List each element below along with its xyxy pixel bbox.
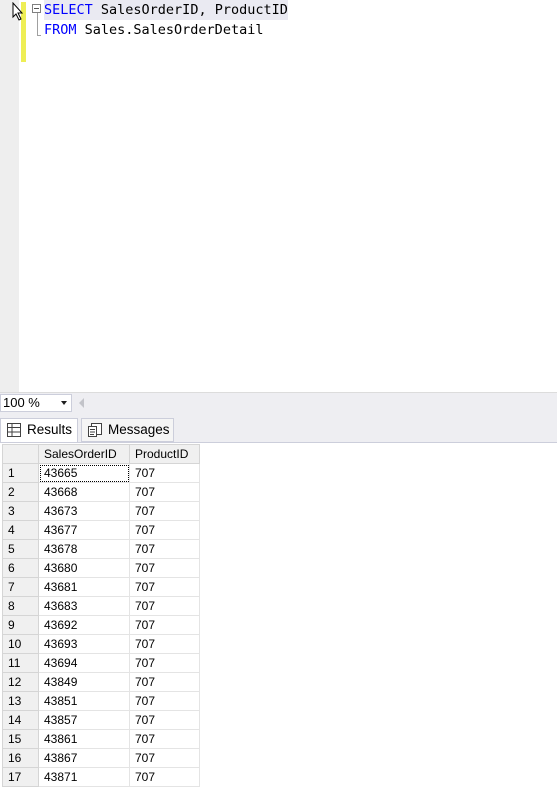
cell-salesorderid[interactable]: 43867: [38, 748, 130, 768]
zoom-value: 100 %: [3, 395, 40, 410]
table-row[interactable]: 4 43677 707: [2, 520, 200, 540]
cell-productid[interactable]: 707: [129, 691, 200, 711]
cell-productid[interactable]: 707: [129, 539, 200, 559]
collapse-icon[interactable]: [32, 4, 41, 13]
row-number[interactable]: 14: [2, 710, 39, 730]
code-line-1[interactable]: SELECT SalesOrderID, ProductID: [44, 0, 288, 20]
code-text: Sales.SalesOrderDetail: [76, 22, 264, 38]
results-table[interactable]: SalesOrderID ProductID 1 43665 707 2 43668 70…: [2, 444, 200, 787]
cell-salesorderid[interactable]: 43692: [38, 615, 130, 635]
row-number[interactable]: 8: [2, 596, 39, 616]
table-row[interactable]: 14 43857 707: [2, 710, 200, 730]
cell-productid[interactable]: 707: [129, 463, 200, 483]
code-line-2[interactable]: FROM Sales.SalesOrderDetail: [44, 20, 263, 40]
row-number[interactable]: 15: [2, 729, 39, 749]
table-row[interactable]: 3 43673 707: [2, 501, 200, 521]
chevron-down-icon[interactable]: [61, 401, 67, 405]
cell-productid[interactable]: 707: [129, 615, 200, 635]
cell-salesorderid[interactable]: 43678: [38, 539, 130, 559]
cell-salesorderid[interactable]: 43668: [38, 482, 130, 502]
row-number[interactable]: 1: [2, 463, 39, 483]
cell-salesorderid[interactable]: 43693: [38, 634, 130, 654]
table-row[interactable]: 2 43668 707: [2, 482, 200, 502]
cell-salesorderid[interactable]: 43857: [38, 710, 130, 730]
cell-salesorderid[interactable]: 43861: [38, 729, 130, 749]
cell-productid[interactable]: 707: [129, 767, 200, 787]
tab-results[interactable]: Results: [0, 418, 78, 442]
column-header-productid[interactable]: ProductID: [129, 444, 200, 464]
outline-end: [37, 35, 41, 36]
grid-corner[interactable]: [2, 444, 39, 464]
sql-keyword-select: SELECT: [44, 2, 93, 18]
zoom-bar: 100 %: [0, 392, 557, 413]
column-header-salesorderid[interactable]: SalesOrderID: [38, 444, 130, 464]
code-text: SalesOrderID, ProductID: [92, 2, 288, 18]
cell-salesorderid[interactable]: 43681: [38, 577, 130, 597]
table-row[interactable]: 5 43678 707: [2, 539, 200, 559]
cell-salesorderid[interactable]: 43665: [38, 463, 130, 483]
table-row[interactable]: 10 43693 707: [2, 634, 200, 654]
results-tabbar: Results Messages: [0, 413, 557, 442]
cell-salesorderid[interactable]: 43677: [38, 520, 130, 540]
scroll-left-icon[interactable]: [79, 398, 84, 408]
row-number[interactable]: 17: [2, 767, 39, 787]
cell-productid[interactable]: 707: [129, 577, 200, 597]
table-row[interactable]: 12 43849 707: [2, 672, 200, 692]
row-number[interactable]: 9: [2, 615, 39, 635]
cell-productid[interactable]: 707: [129, 482, 200, 502]
tab-messages-label: Messages: [108, 422, 170, 437]
query-editor[interactable]: SELECT SalesOrderID, ProductID FROM Sale…: [0, 0, 557, 392]
cell-productid[interactable]: 707: [129, 501, 200, 521]
row-number[interactable]: 6: [2, 558, 39, 578]
grid-header-row: SalesOrderID ProductID: [2, 444, 200, 464]
cell-productid[interactable]: 707: [129, 520, 200, 540]
row-number[interactable]: 3: [2, 501, 39, 521]
outline-line: [37, 13, 38, 35]
cell-productid[interactable]: 707: [129, 653, 200, 673]
cell-salesorderid[interactable]: 43849: [38, 672, 130, 692]
cell-productid[interactable]: 707: [129, 748, 200, 768]
cell-productid[interactable]: 707: [129, 729, 200, 749]
table-row[interactable]: 9 43692 707: [2, 615, 200, 635]
row-number[interactable]: 12: [2, 672, 39, 692]
sql-keyword-from: FROM: [44, 22, 77, 38]
zoom-dropdown[interactable]: 100 %: [0, 394, 72, 412]
tab-results-label: Results: [27, 422, 73, 437]
grid-icon: [7, 423, 21, 437]
table-row[interactable]: 16 43867 707: [2, 748, 200, 768]
table-row[interactable]: 1 43665 707: [2, 463, 200, 483]
cell-salesorderid[interactable]: 43851: [38, 691, 130, 711]
table-row[interactable]: 7 43681 707: [2, 577, 200, 597]
cell-salesorderid[interactable]: 43694: [38, 653, 130, 673]
row-number[interactable]: 13: [2, 691, 39, 711]
cell-salesorderid[interactable]: 43871: [38, 767, 130, 787]
cell-productid[interactable]: 707: [129, 634, 200, 654]
row-number[interactable]: 10: [2, 634, 39, 654]
results-grid[interactable]: SalesOrderID ProductID 1 43665 707 2 43668 70…: [0, 442, 557, 802]
table-row[interactable]: 15 43861 707: [2, 729, 200, 749]
row-number[interactable]: 7: [2, 577, 39, 597]
row-number[interactable]: 4: [2, 520, 39, 540]
cell-productid[interactable]: 707: [129, 558, 200, 578]
table-row[interactable]: 13 43851 707: [2, 691, 200, 711]
table-row[interactable]: 8 43683 707: [2, 596, 200, 616]
table-row[interactable]: 11 43694 707: [2, 653, 200, 673]
table-row[interactable]: 17 43871 707: [2, 767, 200, 787]
messages-icon: [88, 423, 102, 437]
tab-messages[interactable]: Messages: [81, 418, 174, 442]
cell-productid[interactable]: 707: [129, 596, 200, 616]
editor-gutter: [0, 0, 19, 392]
mouse-cursor-icon: [12, 2, 24, 21]
row-number[interactable]: 16: [2, 748, 39, 768]
row-number[interactable]: 5: [2, 539, 39, 559]
cell-salesorderid[interactable]: 43680: [38, 558, 130, 578]
cell-salesorderid[interactable]: 43673: [38, 501, 130, 521]
table-row[interactable]: 6 43680 707: [2, 558, 200, 578]
row-number[interactable]: 2: [2, 482, 39, 502]
row-number[interactable]: 11: [2, 653, 39, 673]
cell-productid[interactable]: 707: [129, 672, 200, 692]
cell-salesorderid[interactable]: 43683: [38, 596, 130, 616]
cell-productid[interactable]: 707: [129, 710, 200, 730]
